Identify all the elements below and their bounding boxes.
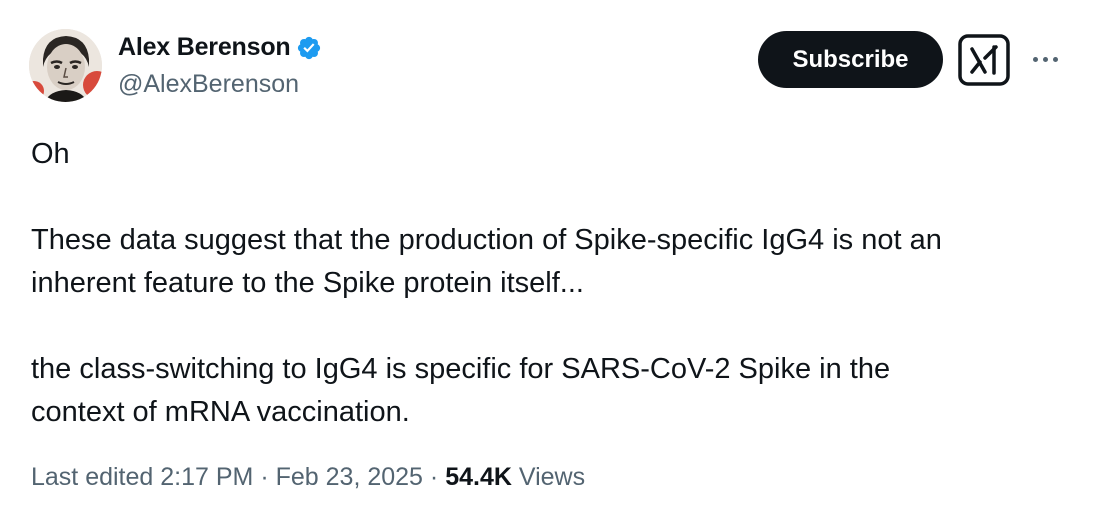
tweet-date-link[interactable]: Feb 23, 2025 xyxy=(276,463,423,491)
tweet-line: Oh xyxy=(31,138,70,170)
meta-separator: · xyxy=(429,463,439,491)
meta-separator: · xyxy=(260,463,269,491)
more-dot xyxy=(1032,56,1038,62)
tweet-line: inherent feature to the Spike protein it… xyxy=(31,267,584,299)
views-count: 54.4K xyxy=(445,463,512,491)
tweet-line: These data suggest that the production o… xyxy=(31,224,942,256)
verified-badge-icon[interactable] xyxy=(296,35,322,61)
more-dot xyxy=(1042,56,1048,62)
more-dot xyxy=(1052,56,1058,62)
avatar[interactable] xyxy=(29,29,102,102)
last-edited-link[interactable]: Last edited 2:17 PM xyxy=(31,463,253,491)
subscribe-button[interactable]: Subscribe xyxy=(758,31,943,88)
grok-icon[interactable] xyxy=(958,34,1010,86)
views-label: Views xyxy=(518,463,586,491)
author-handle[interactable]: @AlexBerenson xyxy=(118,70,299,99)
more-options-icon[interactable] xyxy=(1028,44,1062,74)
author-name[interactable]: Alex Berenson xyxy=(118,33,291,62)
tweet-meta: Last edited 2:17 PM · Feb 23, 2025 · 54.… xyxy=(31,463,585,492)
tweet-line: the class-switching to IgG4 is specific … xyxy=(31,353,891,385)
tweet-line: context of mRNA vaccination. xyxy=(31,396,410,428)
avatar-portrait-image xyxy=(29,29,102,102)
author-name-row[interactable]: Alex Berenson xyxy=(118,33,322,62)
tweet-text: Oh These data suggest that the productio… xyxy=(31,133,1071,434)
